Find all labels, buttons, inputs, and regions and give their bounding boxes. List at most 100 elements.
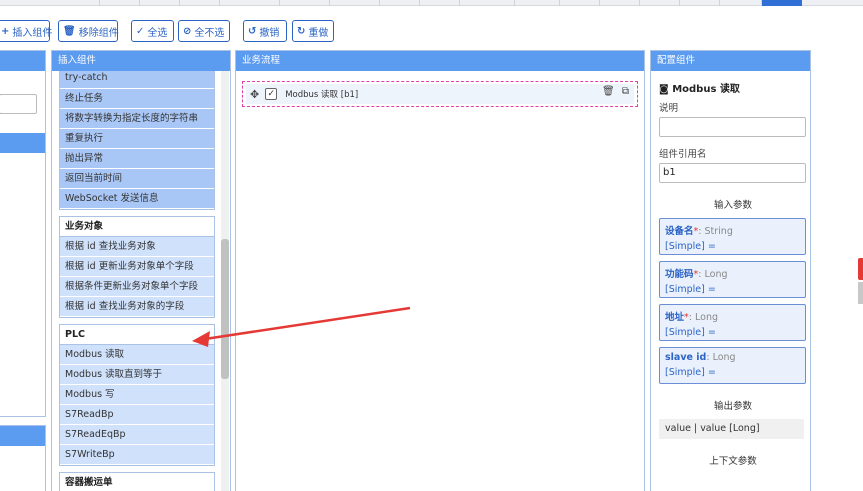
left-section-header (0, 133, 45, 153)
component-item[interactable]: S7WriteBp (60, 445, 214, 465)
tab[interactable] (140, 0, 180, 6)
components-list: try-catch 终止任务 将数字转换为指定长度的字符串 重复执行 抛出异常 … (59, 71, 215, 491)
ref-name-label: 组件引用名 (659, 149, 707, 160)
floating-widget-tab-secondary[interactable] (858, 282, 863, 304)
param-value[interactable]: [Simple] = (665, 284, 800, 295)
param-device-name[interactable]: 设备名*: String [Simple] = (659, 218, 806, 255)
component-item[interactable]: 将数字转换为指定长度的字符串 (60, 109, 214, 129)
desc-label: 说明 (659, 103, 679, 114)
redo-button[interactable]: ↻ 重做 (292, 20, 334, 42)
component-icon: ◙ (659, 84, 669, 95)
tab[interactable] (420, 0, 460, 6)
param-name: 设备名 (665, 226, 694, 237)
node-checkbox[interactable]: ✓ (265, 88, 278, 100)
config-panel-header: 配置组件 (651, 51, 810, 71)
param-type: String (704, 226, 733, 237)
left-panel2-header (0, 426, 45, 446)
group-title: PLC (60, 325, 214, 345)
param-value[interactable]: [Simple] = (665, 367, 800, 378)
param-address[interactable]: 地址*: Long [Simple] = (659, 304, 806, 341)
tab[interactable] (380, 0, 420, 6)
components-scrollbar-thumb[interactable] (221, 239, 229, 379)
component-item[interactable]: 根据条件更新业务对象单个字段 (60, 277, 214, 297)
tab[interactable] (470, 0, 515, 6)
param-value[interactable]: [Simple] = (665, 327, 800, 338)
param-type: Long (695, 312, 718, 323)
select-none-button[interactable]: ⊘ 全不选 (178, 20, 230, 42)
move-icon[interactable]: ✥ (250, 88, 259, 101)
component-group-container: 容器搬运单 (59, 472, 215, 491)
ban-icon: ⊘ (183, 25, 192, 37)
components-panel-header: 插入组件 (52, 51, 230, 71)
input-params-title: 输入参数 (713, 200, 752, 211)
remove-component-button[interactable]: 🗑 移除组件 (58, 20, 119, 42)
tab[interactable] (515, 0, 560, 6)
component-item[interactable]: S7ReadEqBp (60, 425, 214, 445)
flow-panel: 业务流程 ✥ ✓ Modbus 读取 [b1] 🗑 ⧉ (235, 50, 645, 491)
node-actions: 🗑 ⧉ (602, 86, 629, 97)
button-label: 全选 (147, 27, 168, 39)
component-item[interactable]: S7ReadBp (60, 405, 214, 425)
tab[interactable] (290, 0, 330, 6)
ref-name-input[interactable]: b1 (659, 163, 806, 183)
component-item[interactable]: 抛出异常 (60, 149, 214, 169)
component-title-text: Modbus 读取 (672, 84, 740, 95)
component-item[interactable]: Modbus 读取直到等于 (60, 365, 214, 385)
desc-input[interactable] (659, 117, 806, 137)
flow-node-body[interactable]: ✥ ✓ Modbus 读取 [b1] (246, 84, 634, 104)
tab[interactable] (100, 0, 140, 6)
param-slave-id[interactable]: slave id: Long [Simple] = (659, 347, 806, 384)
insert-component-button[interactable]: + 插入组件 (0, 20, 52, 42)
tab[interactable] (240, 0, 280, 6)
left-panel-header (0, 51, 45, 71)
param-function-code[interactable]: 功能码*: Long [Simple] = (659, 261, 806, 298)
tab[interactable] (560, 0, 600, 6)
tab[interactable] (680, 0, 720, 6)
config-component-title: ◙ Modbus 读取 (659, 80, 807, 95)
left-search-input[interactable] (0, 94, 37, 114)
tab[interactable] (640, 0, 680, 6)
button-label: 撤销 (259, 27, 280, 39)
plus-icon: + (1, 25, 10, 37)
component-item[interactable]: 重复执行 (60, 129, 214, 149)
tab[interactable] (600, 0, 640, 6)
undo-button[interactable]: ↺ 撤销 (243, 20, 287, 42)
tab[interactable] (340, 0, 380, 6)
tab-active[interactable] (762, 0, 802, 6)
component-item[interactable]: 终止任务 (60, 89, 214, 109)
delete-icon[interactable]: 🗑 (602, 86, 615, 97)
left-panel (0, 50, 46, 417)
component-group-business: 业务对象 根据 id 查找业务对象 根据 id 更新业务对象单个字段 根据条件更… (59, 216, 215, 318)
output-params-title: 输出参数 (713, 401, 752, 412)
top-tab-strip (0, 0, 863, 6)
component-group-plc: PLC Modbus 读取 Modbus 读取直到等于 Modbus 写 S7R… (59, 324, 215, 466)
select-all-button[interactable]: ✓ 全选 (131, 20, 174, 42)
flow-node[interactable]: ✥ ✓ Modbus 读取 [b1] 🗑 ⧉ (242, 81, 638, 107)
component-item[interactable]: Modbus 写 (60, 385, 214, 405)
left-panel-secondary (0, 425, 46, 491)
redo-icon: ↻ (297, 25, 306, 37)
copy-icon[interactable]: ⧉ (622, 86, 629, 97)
component-item[interactable]: 根据 id 更新业务对象单个字段 (60, 257, 214, 277)
param-type: Long (712, 352, 736, 363)
component-item-websocket[interactable]: WebSocket 发送信息 (60, 189, 214, 209)
tab[interactable] (180, 0, 220, 6)
component-item-try-catch[interactable]: try-catch (60, 71, 214, 89)
param-name: slave id (665, 352, 707, 363)
flow-panel-header: 业务流程 (236, 51, 644, 71)
param-name: 功能码 (665, 269, 694, 280)
tab[interactable] (720, 0, 762, 6)
config-body: ◙ Modbus 读取 说明 组件引用名 b1 输入参数 设备名*: Strin… (659, 71, 807, 474)
component-item-modbus-read[interactable]: Modbus 读取 (60, 345, 214, 365)
component-group-misc: try-catch 终止任务 将数字转换为指定长度的字符串 重复执行 抛出异常 … (59, 71, 215, 210)
undo-icon: ↺ (248, 25, 257, 37)
output-param-value: value | value [Long] (659, 419, 804, 439)
param-value[interactable]: [Simple] = (665, 241, 800, 252)
component-item[interactable]: 返回当前时间 (60, 169, 214, 189)
component-item[interactable]: 根据 id 查找业务对象的字段 (60, 297, 214, 317)
component-item[interactable]: 根据 id 查找业务对象 (60, 237, 214, 257)
floating-widget-tab[interactable] (858, 258, 863, 280)
tab[interactable] (60, 0, 100, 6)
config-panel: 配置组件 ◙ Modbus 读取 说明 组件引用名 b1 输入参数 设备名*: … (650, 50, 811, 491)
check-icon: ✓ (136, 25, 145, 37)
